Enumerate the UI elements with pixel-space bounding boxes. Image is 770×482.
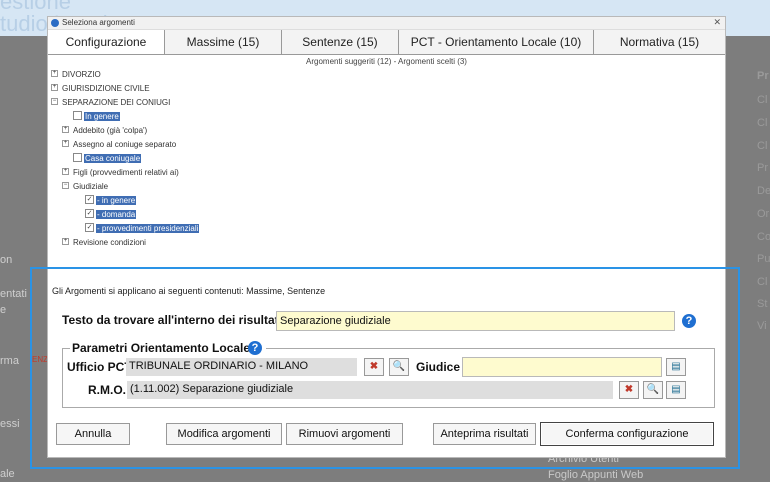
tree-node-label: Figli (provvedimenti relativi ai) xyxy=(73,168,179,177)
bg-text: on xyxy=(0,254,13,266)
confirm-config-button[interactable]: Conferma configurazione xyxy=(540,422,714,446)
bg-right-item[interactable]: Co xyxy=(757,231,770,243)
expand-icon[interactable]: + xyxy=(62,140,69,148)
tree-node[interactable]: − Giudiziale xyxy=(62,181,108,193)
tree-node[interactable]: + Revisione condizioni xyxy=(62,237,146,249)
checkbox[interactable]: ✓ xyxy=(85,223,94,233)
bg-right-item[interactable]: Cl xyxy=(757,117,767,129)
tab-massime[interactable]: Massime (15) xyxy=(165,30,282,54)
expand-icon[interactable]: + xyxy=(62,126,69,134)
clear-rmo-icon[interactable]: ✖ xyxy=(619,381,639,399)
tree-node-label: Casa coniugale xyxy=(84,154,142,163)
tree-node[interactable]: − SEPARAZIONE DEI CONIUGI xyxy=(51,97,170,109)
checkbox[interactable] xyxy=(73,111,82,121)
tree-node-label: In genere xyxy=(84,112,120,121)
modify-topics-button[interactable]: Modifica argomenti xyxy=(166,423,282,445)
tree-node-label: Addebito (già 'colpa') xyxy=(73,126,148,135)
tree-node[interactable]: + Figli (provvedimenti relativi ai) xyxy=(62,167,179,179)
tree-node-label: Revisione condizioni xyxy=(73,238,146,247)
tree-node[interactable]: + DIVORZIO xyxy=(51,69,101,81)
preview-results-button[interactable]: Anteprima risultati xyxy=(433,423,536,445)
help-icon[interactable]: ? xyxy=(248,341,262,355)
expand-icon[interactable]: + xyxy=(62,238,69,246)
tree-node[interactable]: ✓ - in genere xyxy=(85,195,137,207)
bg-text: rma xyxy=(0,355,19,367)
clear-ufficio-icon[interactable]: ✖ xyxy=(364,358,384,376)
dialog-titlebar: Seleziona argomenti ✕ xyxy=(48,17,725,30)
tree-node-label: GIURISDIZIONE CIVILE xyxy=(62,84,150,93)
ufficio-pct-field[interactable]: TRIBUNALE ORDINARIO - MILANO xyxy=(126,358,357,376)
tree-node[interactable]: + Addebito (già 'colpa') xyxy=(62,125,147,137)
rmo-field[interactable]: (1.11.002) Separazione giudiziale xyxy=(127,381,613,399)
remove-topics-button[interactable]: Rimuovi argomenti xyxy=(286,423,403,445)
tree-node[interactable]: In genere xyxy=(73,111,120,123)
bg-text: e xyxy=(0,304,7,316)
topics-summary: Argomenti suggeriti (12) - Argomenti sce… xyxy=(306,57,467,66)
pick-rmo-icon[interactable]: ▤ xyxy=(666,381,686,399)
expand-icon[interactable]: + xyxy=(62,168,69,176)
search-rmo-icon[interactable]: 🔍 xyxy=(643,381,663,399)
tree-node[interactable]: + GIURISDIZIONE CIVILE xyxy=(51,83,150,95)
checkbox[interactable]: ✓ xyxy=(85,209,94,219)
foglio-appunti-link[interactable]: Foglio Appunti Web xyxy=(548,469,643,481)
ufficio-pct-label: Ufficio PCT xyxy=(67,360,132,374)
tree-node-label: Assegno al coniuge separato xyxy=(73,140,177,149)
search-text-label: Testo da trovare all'interno dei risulta… xyxy=(62,313,283,327)
bg-right-header: Pr xyxy=(757,70,769,82)
bg-right-item[interactable]: St xyxy=(757,298,767,310)
bg-right-item[interactable]: Cl xyxy=(757,94,767,106)
search-text-input[interactable]: Separazione giudiziale xyxy=(276,311,675,331)
giudice-input[interactable] xyxy=(462,357,662,377)
bg-right-item[interactable]: Or xyxy=(757,208,769,220)
tab-pct-orientamento[interactable]: PCT - Orientamento Locale (10) xyxy=(399,30,594,54)
applies-to-text: Gli Argomenti si applicano ai seguenti c… xyxy=(52,286,326,296)
tree-node-label: - in genere xyxy=(96,196,137,205)
collapse-icon[interactable]: − xyxy=(51,98,58,106)
tree-node[interactable]: ✓ - provvedimenti presidenziali xyxy=(85,223,200,235)
close-icon[interactable]: ✕ xyxy=(713,17,721,28)
collapse-icon[interactable]: − xyxy=(62,182,69,190)
checkbox[interactable] xyxy=(73,153,82,163)
bg-right-item[interactable]: Vi xyxy=(757,320,767,332)
tree-node[interactable]: ✓ - domanda xyxy=(85,209,137,221)
rmo-label: R.M.O. xyxy=(88,383,126,397)
tab-sentenze[interactable]: Sentenze (15) xyxy=(282,30,399,54)
bg-text: ale xyxy=(0,468,15,480)
tree-node-label: - domanda xyxy=(96,210,137,219)
checkbox[interactable]: ✓ xyxy=(85,195,94,205)
app-icon xyxy=(51,19,59,27)
tree-node-label: DIVORZIO xyxy=(62,70,101,79)
bg-right-item[interactable]: Cl xyxy=(757,140,767,152)
giudice-label: Giudice xyxy=(416,360,461,374)
tab-configurazione[interactable]: Configurazione xyxy=(48,30,165,54)
bg-right-item[interactable]: Pr xyxy=(757,162,768,174)
bg-right-item[interactable]: De xyxy=(757,185,770,197)
bg-text: essi xyxy=(0,418,20,430)
bg-right-item[interactable]: Pu xyxy=(757,253,770,265)
bg-text: entati xyxy=(0,288,27,300)
tree-node[interactable]: + Assegno al coniuge separato xyxy=(62,139,176,151)
tree-node[interactable]: Casa coniugale xyxy=(73,153,142,165)
tab-bar: Configurazione Massime (15) Sentenze (15… xyxy=(48,30,725,55)
expand-icon[interactable]: + xyxy=(51,84,58,92)
tab-normativa[interactable]: Normativa (15) xyxy=(594,30,725,54)
dialog-title: Seleziona argomenti xyxy=(62,18,135,27)
tree-node-label: - provvedimenti presidenziali xyxy=(96,224,200,233)
search-ufficio-icon[interactable]: 🔍 xyxy=(389,358,409,376)
pick-giudice-icon[interactable]: ▤ xyxy=(666,358,686,376)
expand-icon[interactable]: + xyxy=(51,70,58,78)
tree-node-label: Giudiziale xyxy=(73,182,109,191)
cancel-button[interactable]: Annulla xyxy=(56,423,130,445)
bg-right-item[interactable]: Cl xyxy=(757,276,767,288)
help-icon[interactable]: ? xyxy=(682,314,696,328)
local-params-legend: Parametri Orientamento Locale xyxy=(72,341,251,355)
tree-node-label: SEPARAZIONE DEI CONIUGI xyxy=(62,98,171,107)
